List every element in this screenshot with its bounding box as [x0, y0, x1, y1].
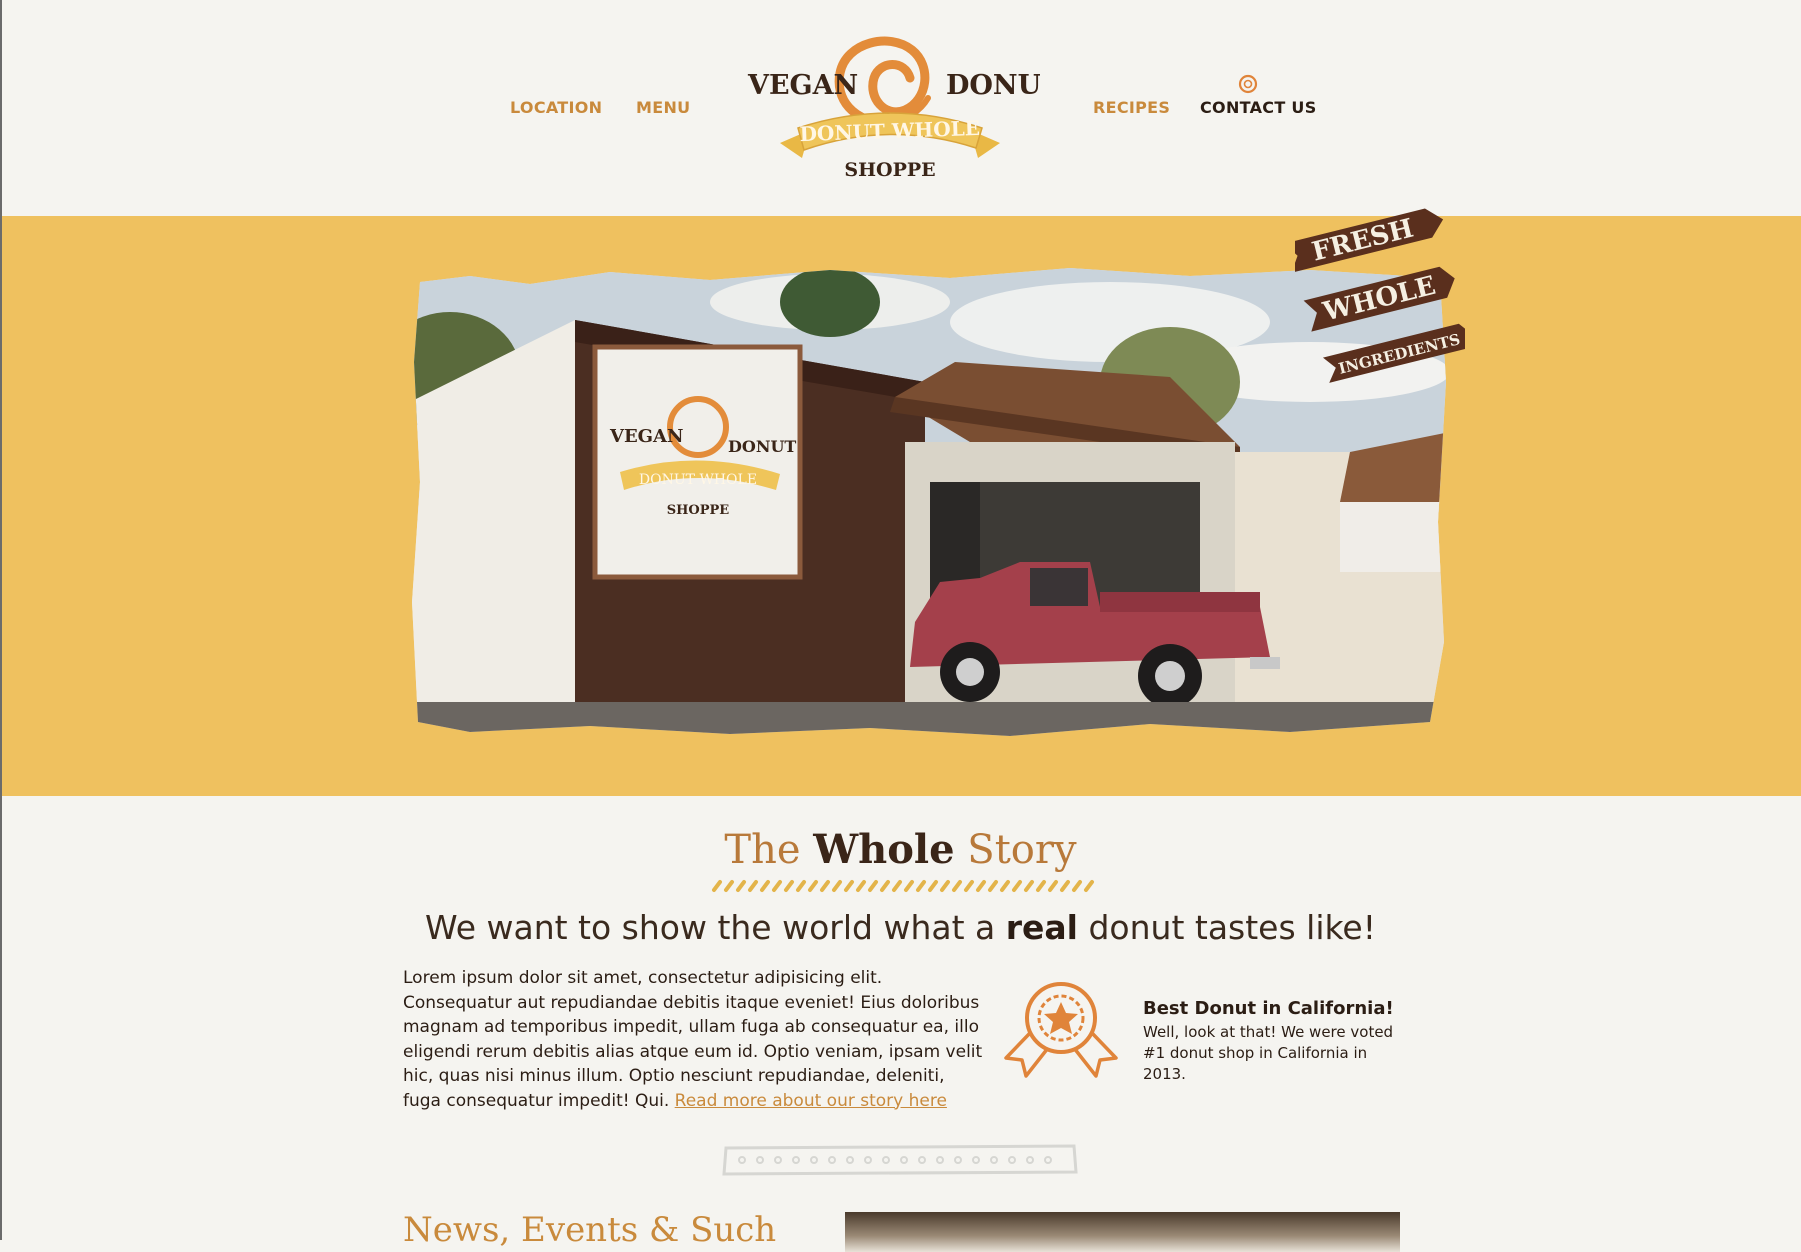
storefront-photo: VEGAN DONUT DONUT WHOLE SHOPPE [410, 262, 1450, 742]
tagline-start: We want to show the world what a [425, 908, 996, 947]
nav-recipes-link[interactable]: RECIPES [1093, 98, 1170, 117]
logo-word-left: VEGAN [747, 70, 858, 101]
badge-line-1: FRESH [1309, 213, 1416, 267]
nav-contact-link[interactable]: CONTACT US [1200, 98, 1317, 117]
section-divider [720, 1142, 1080, 1182]
logo-word-bottom: SHOPPE [844, 159, 935, 181]
award-ribbon-icon [1000, 978, 1125, 1087]
title-part-1: The [724, 827, 801, 873]
section-title: The Whole Story [0, 826, 1801, 873]
nav-menu-link[interactable]: MENU [636, 98, 690, 117]
donut-icon [1237, 73, 1259, 99]
sign-word-left: VEGAN [609, 426, 683, 447]
story-paragraph: Lorem ipsum dolor sit amet, consectetur … [403, 968, 983, 1111]
tagline-emphasis: real [1005, 908, 1078, 947]
sign-word-right: DONUT [728, 437, 796, 456]
fresh-whole-ingredients-badge: FRESH WHOLE INGREDIENTS [1284, 192, 1472, 402]
tagline-end: donut tastes like! [1088, 908, 1376, 947]
sign-word-bottom: SHOPPE [667, 503, 730, 518]
badge-line-2: WHOLE [1319, 271, 1438, 328]
award-title: Best Donut in California! [1143, 998, 1394, 1019]
sign-ribbon-text: DONUT WHOLE [639, 472, 757, 488]
title-underline-decoration [710, 878, 1095, 897]
site-logo[interactable]: VEGAN DONUT DONUT WHOLE SHOPPE [740, 28, 1061, 188]
nav-location-link[interactable]: LOCATION [510, 98, 602, 117]
title-part-2: Whole [813, 826, 955, 873]
tagline: We want to show the world what a real do… [0, 908, 1801, 947]
title-part-3: Story [967, 827, 1077, 873]
news-photo [845, 1212, 1400, 1252]
award-description: Well, look at that! We were voted #1 don… [1143, 1023, 1394, 1083]
logo-word-right: DONUT [946, 70, 1040, 101]
read-more-link[interactable]: Read more about our story here [675, 1091, 947, 1111]
news-section-title: News, Events & Such [403, 1210, 777, 1250]
story-body: Lorem ipsum dolor sit amet, consectetur … [403, 966, 983, 1113]
